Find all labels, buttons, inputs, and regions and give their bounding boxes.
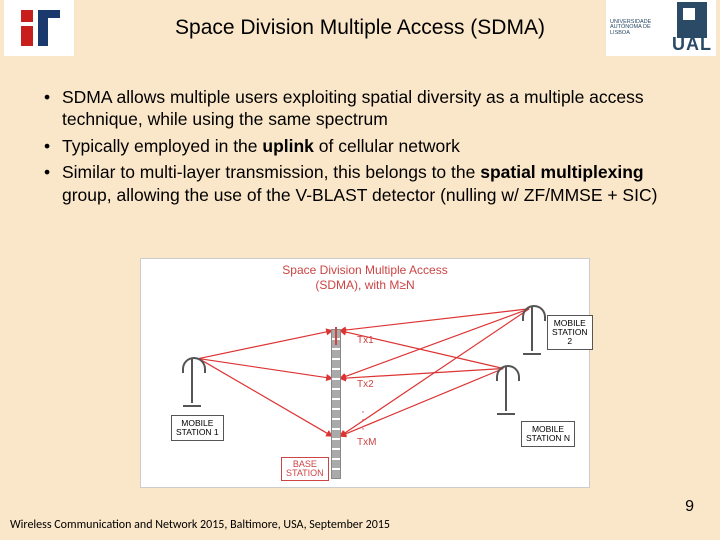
bullet-1: SDMA allows multiple users exploiting sp… (40, 86, 690, 131)
footer-text: Wireless Communication and Network 2015,… (10, 518, 390, 532)
mobile-antenna-1 (191, 359, 193, 403)
txm-label: TxM (357, 437, 376, 448)
mobile-station-2-label: MOBILESTATION 2 (547, 315, 593, 350)
bullet-list: SDMA allows multiple users exploiting sp… (40, 86, 690, 206)
diagram-title: Space Division Multiple Access (SDMA), w… (141, 263, 589, 293)
tx2-label: Tx2 (357, 379, 374, 390)
tx-ellipsis: ··· (361, 407, 365, 432)
page-number: 9 (685, 498, 694, 516)
mobile-antenna-n (505, 367, 507, 411)
sdma-diagram: Space Division Multiple Access (SDMA), w… (140, 258, 590, 488)
bullet-2: Typically employed in the uplink of cell… (40, 135, 690, 157)
logo-it (4, 0, 74, 56)
base-station-label: BASESTATION (281, 457, 329, 481)
signal-lines (141, 259, 589, 488)
bullet-3: Similar to multi-layer transmission, thi… (40, 161, 690, 206)
mobile-antenna-2 (531, 307, 533, 351)
tx1-label: Tx1 (357, 335, 374, 346)
mobile-station-n-label: MOBILESTATION N (521, 421, 575, 447)
ual-icon (677, 2, 707, 38)
logo-ual: UNIVERSIDADE AUTÓNOMA DE LISBOA UAL (606, 0, 716, 56)
mobile-station-1-label: MOBILESTATION 1 (171, 415, 224, 441)
